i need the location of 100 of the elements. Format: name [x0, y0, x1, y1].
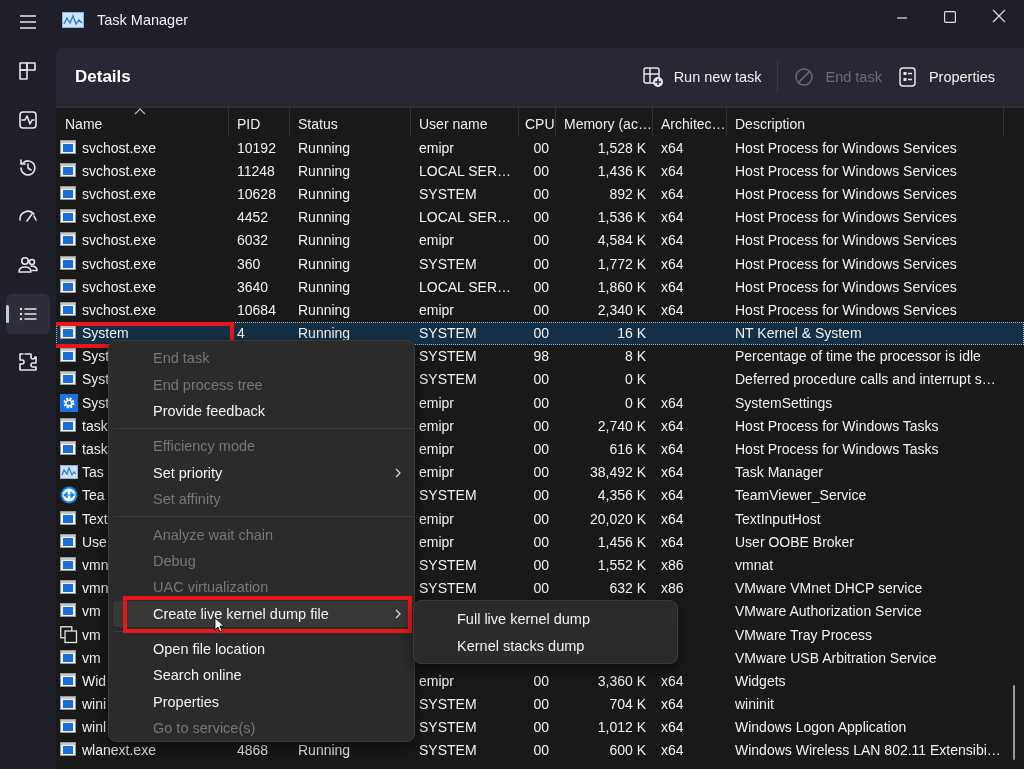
table-cell: x64	[661, 185, 684, 202]
table-cell: SYSTEM	[419, 487, 477, 504]
copy-icon	[60, 625, 78, 644]
table-cell: Host Process for Windows Services	[735, 139, 957, 156]
table-cell: 1,456 K	[597, 533, 646, 550]
column-header[interactable]: User name	[411, 108, 519, 136]
menu-item[interactable]: Kernel stacks dump	[418, 632, 673, 659]
table-cell: Host Process for Windows Services	[735, 185, 957, 202]
table-cell: 16 K	[617, 325, 646, 342]
table-cell: svchost.exe	[82, 255, 156, 272]
table-cell: Text	[82, 510, 108, 527]
table-cell: 98	[533, 348, 549, 365]
table-cell: 00	[533, 510, 549, 527]
table-cell: Running	[298, 139, 351, 156]
menu-item[interactable]: Full live kernel dump	[418, 605, 673, 632]
table-cell: 00	[533, 162, 549, 179]
table-cell: 00	[533, 719, 549, 736]
table-cell: 3640	[237, 278, 269, 295]
table-cell: x64	[661, 255, 684, 272]
table-cell: Host Process for Windows Services	[735, 278, 957, 295]
column-header[interactable]: Description	[727, 108, 1004, 136]
table-cell: x64	[661, 742, 684, 759]
table-cell: svchost.exe	[82, 278, 156, 295]
table-cell: svchost.exe	[82, 185, 156, 202]
table-cell: vmnat	[735, 556, 774, 573]
table-cell: Host Process for Windows Services	[735, 162, 957, 179]
table-cell: 10192	[237, 139, 276, 156]
table-cell: vm	[82, 603, 101, 620]
table-cell: 00	[533, 209, 549, 226]
table-cell: VMware USB Arbitration Service	[735, 649, 937, 666]
toolbar-button[interactable]: Properties	[889, 62, 1003, 92]
table-cell: 4	[237, 325, 245, 342]
table-cell: 00	[533, 533, 549, 550]
table-cell: 00	[533, 371, 549, 388]
table-cell: 00	[533, 556, 549, 573]
column-header[interactable]: CPU	[519, 108, 556, 136]
table-cell: 00	[533, 325, 549, 342]
table-cell: 1,012 K	[597, 719, 646, 736]
menu-item[interactable]: Open file location	[113, 640, 410, 658]
table-cell: NT Kernel & System	[735, 325, 862, 342]
table-cell: SystemSettings	[735, 394, 833, 411]
column-header[interactable]: Architec…	[653, 108, 727, 136]
gear-icon	[60, 393, 78, 412]
table-cell: Syst	[82, 394, 110, 411]
table-cell: wlanext.exe	[82, 742, 156, 759]
column-header[interactable]: Memory (ac…	[556, 108, 653, 136]
window-icon	[60, 509, 78, 528]
table-cell: 6032	[237, 232, 269, 249]
table-cell: VMware Tray Process	[735, 626, 872, 643]
table-cell: 1,772 K	[597, 255, 646, 272]
window-icon	[60, 555, 78, 574]
table-cell: LOCAL SER…	[419, 278, 512, 295]
table-cell: SYSTEM	[419, 348, 477, 365]
table-cell: x64	[661, 464, 684, 481]
table-cell: 1,860 K	[597, 278, 646, 295]
table-cell: 00	[533, 185, 549, 202]
menu-item[interactable]: Create live kernel dump file	[113, 600, 410, 627]
table-cell: Tea	[82, 487, 105, 504]
table-cell: 00	[533, 487, 549, 504]
window-icon	[60, 277, 78, 296]
table-cell: Task Manager	[735, 464, 823, 481]
column-header[interactable]: PID	[229, 108, 290, 136]
menu-item[interactable]: Provide feedback	[113, 402, 410, 420]
table-cell: SYSTEM	[419, 742, 477, 759]
table-cell: Wid	[82, 672, 107, 689]
menu-item[interactable]: Set priority	[113, 464, 410, 482]
table-cell: Host Process for Windows Services	[735, 255, 957, 272]
table-cell: System	[82, 325, 129, 342]
table-cell: SYSTEM	[419, 719, 477, 736]
table-cell: SYSTEM	[419, 325, 477, 342]
table-cell: emipr	[419, 510, 454, 527]
table-cell: x64	[661, 394, 684, 411]
menu-item[interactable]: Properties	[113, 693, 410, 711]
table-cell: wini	[82, 696, 107, 713]
table-cell: 00	[533, 441, 549, 458]
nav-tab[interactable]	[6, 293, 50, 334]
table-cell: SYSTEM	[419, 556, 477, 573]
scrollbar[interactable]	[1013, 685, 1015, 760]
menu-icon[interactable]	[18, 12, 38, 32]
table-cell: task	[82, 417, 108, 434]
table-cell: emipr	[419, 464, 454, 481]
pulse-icon	[17, 108, 39, 131]
window-icon	[60, 138, 78, 157]
blocked-icon	[794, 66, 816, 88]
table-cell: SYSTEM	[419, 255, 477, 272]
toolbar-button[interactable]: Run new task	[634, 62, 770, 92]
table-cell: Use	[82, 533, 107, 550]
table-cell: vmn	[82, 556, 109, 573]
table-cell: Running	[298, 185, 351, 202]
table-cell: winl	[82, 719, 107, 736]
table-cell: 1,552 K	[597, 556, 646, 573]
menu-item[interactable]: Search online	[113, 667, 410, 684]
table-cell: 10628	[237, 185, 276, 202]
table-cell: Host Process for Windows Tasks	[735, 441, 939, 458]
table-cell: Running	[298, 209, 351, 226]
column-header[interactable]: Status	[290, 108, 411, 136]
column-header[interactable]: Name	[56, 108, 229, 136]
table-cell: x64	[661, 487, 684, 504]
selected-row[interactable]: System 4 Running SYSTEM 00 16 K NT Kernel & System	[56, 321, 1024, 345]
table-cell: x64	[661, 278, 684, 295]
